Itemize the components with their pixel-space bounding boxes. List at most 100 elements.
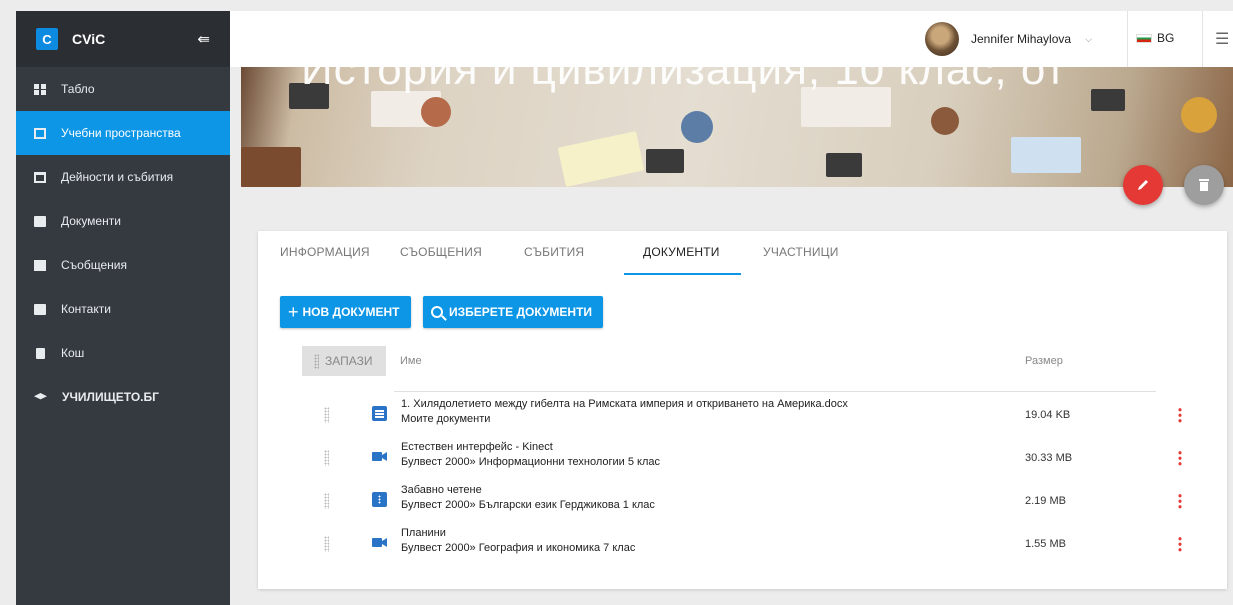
video-icon: [372, 535, 387, 550]
drag-handle-icon[interactable]: [324, 493, 329, 509]
sidebar-item-contacts[interactable]: Контакти: [16, 287, 230, 331]
active-tab-indicator: [624, 273, 741, 275]
document-title[interactable]: Естествен интерфейс - Kinect: [401, 441, 553, 453]
delete-button[interactable]: [1184, 165, 1224, 205]
sidebar-item-label: Съобщения: [61, 258, 127, 272]
sidebar-item-documents[interactable]: Документи: [16, 199, 230, 243]
sidebar-item-uchilishteto[interactable]: УЧИЛИЩЕТО.БГ: [16, 375, 230, 419]
arrow-collapse-icon[interactable]: ⇚: [197, 30, 210, 48]
document-title[interactable]: Планини: [401, 527, 446, 539]
drag-handle-icon: [314, 353, 319, 369]
more-options-icon[interactable]: [1178, 407, 1182, 423]
user-menu[interactable]: Jennifer Mihaylova ⌵: [925, 22, 1092, 56]
plus-icon: +: [288, 301, 299, 322]
save-label: ЗАПАЗИ: [325, 354, 373, 368]
calendar-icon: [34, 171, 46, 183]
tab-information[interactable]: ИНФОРМАЦИЯ: [280, 245, 370, 259]
search-icon: [431, 306, 443, 318]
documents-card: ИНФОРМАЦИЯ СЪОБЩЕНИЯ СЪБИТИЯ ДОКУМЕНТИ У…: [258, 231, 1227, 589]
mail-icon: [34, 259, 46, 271]
sidebar-item-learning-spaces[interactable]: Учебни пространства: [16, 111, 230, 155]
drag-handle-icon[interactable]: [324, 407, 329, 423]
tab-documents[interactable]: ДОКУМЕНТИ: [643, 245, 720, 259]
sidebar-item-label: Учебни пространства: [61, 126, 181, 140]
sidebar-item-label: Документи: [61, 214, 121, 228]
book-icon: [372, 492, 387, 507]
school-icon: [34, 127, 46, 139]
sidebar-item-label: Табло: [61, 82, 95, 96]
choose-documents-label: ИЗБЕРЕТЕ ДОКУМЕНТИ: [449, 305, 593, 319]
new-document-button[interactable]: + НОВ ДОКУМЕНТ: [280, 296, 411, 328]
table-row[interactable]: Естествен интерфейс - Kinect Булвест 200…: [258, 437, 1227, 479]
table-row[interactable]: Забавно четене Булвест 2000» Български е…: [258, 480, 1227, 522]
document-icon: [372, 406, 387, 421]
list-menu-icon[interactable]: ☰: [1215, 29, 1229, 49]
choose-documents-button[interactable]: ИЗБЕРЕТЕ ДОКУМЕНТИ: [423, 296, 603, 328]
banner-decoration: [1011, 137, 1081, 173]
divider: [1202, 11, 1203, 67]
banner-decoration: [1091, 89, 1125, 111]
divider: [1127, 11, 1128, 67]
document-size: 1.55 MB: [1025, 538, 1066, 550]
save-order-button[interactable]: ЗАПАЗИ: [302, 346, 386, 376]
document-location: Булвест 2000» Информационни технологии 5…: [401, 456, 660, 468]
banner-decoration: [646, 149, 684, 173]
more-options-icon[interactable]: [1178, 493, 1182, 509]
column-header-size[interactable]: Размер: [1025, 355, 1063, 367]
dashboard-icon: [34, 83, 46, 95]
banner-title: История и цивилизация, 10 клас, от: [301, 67, 1067, 94]
document-size: 2.19 MB: [1025, 495, 1066, 507]
document-title[interactable]: 1. Хилядолетието между гибелта на Римска…: [401, 398, 848, 410]
more-options-icon[interactable]: [1178, 536, 1182, 552]
course-banner: История и цивилизация, 10 клас, от: [241, 67, 1233, 187]
more-options-icon[interactable]: [1178, 450, 1182, 466]
document-location: Булвест 2000» География и икономика 7 кл…: [401, 542, 636, 554]
tab-participants[interactable]: УЧАСТНИЦИ: [763, 245, 839, 259]
sidebar-item-messages[interactable]: Съобщения: [16, 243, 230, 287]
edit-button[interactable]: [1123, 165, 1163, 205]
app: C CViC ⇚ Табло Учебни пространства Дейно…: [0, 0, 1233, 605]
sidebar-item-label: Контакти: [61, 302, 111, 316]
trash-icon: [1199, 179, 1209, 191]
document-location: Моите документи: [401, 413, 491, 425]
folder-icon: [34, 215, 46, 227]
document-location: Булвест 2000» Български език Герджикова …: [401, 499, 655, 511]
video-icon: [372, 449, 387, 464]
language-code: BG: [1157, 31, 1175, 45]
sidebar: C CViC ⇚ Табло Учебни пространства Дейно…: [16, 11, 230, 605]
user-name[interactable]: Jennifer Mihaylova: [971, 32, 1071, 46]
bulgaria-flag-icon: [1136, 33, 1152, 43]
avatar[interactable]: [925, 22, 959, 56]
topbar: Jennifer Mihaylova ⌵ BG ☰: [230, 11, 1233, 67]
table-row[interactable]: Планини Булвест 2000» География и иконом…: [258, 523, 1227, 565]
new-document-label: НОВ ДОКУМЕНТ: [302, 305, 400, 319]
pencil-icon: [1138, 180, 1148, 190]
app-logo[interactable]: C: [36, 28, 58, 50]
contacts-icon: [34, 303, 46, 315]
document-title[interactable]: Забавно четене: [401, 484, 482, 496]
banner-decoration: [557, 131, 645, 187]
chevron-down-icon[interactable]: ⌵: [1085, 34, 1092, 45]
sidebar-item-trash[interactable]: Кош: [16, 331, 230, 375]
banner-decoration: [826, 153, 862, 177]
table-row[interactable]: 1. Хилядолетието между гибелта на Римска…: [258, 394, 1227, 436]
banner-decoration: [931, 107, 959, 135]
document-size: 30.33 MB: [1025, 452, 1073, 464]
graduation-cap-icon: [34, 393, 47, 400]
tab-events[interactable]: СЪБИТИЯ: [524, 245, 584, 259]
sidebar-item-label: УЧИЛИЩЕТО.БГ: [62, 390, 159, 404]
sidebar-item-dashboard[interactable]: Табло: [16, 67, 230, 111]
document-size: 19.04 KB: [1025, 409, 1071, 421]
sidebar-item-activities[interactable]: Дейности и събития: [16, 155, 230, 199]
header-divider: [394, 391, 1156, 392]
drag-handle-icon[interactable]: [324, 536, 329, 552]
sidebar-header: C CViC ⇚: [16, 11, 230, 67]
banner-decoration: [241, 147, 301, 187]
column-header-name[interactable]: Име: [400, 355, 422, 367]
trash-icon: [36, 347, 45, 359]
drag-handle-icon[interactable]: [324, 450, 329, 466]
sidebar-item-label: Дейности и събития: [61, 170, 174, 184]
language-switcher[interactable]: BG: [1136, 31, 1174, 45]
app-title: CViC: [72, 31, 106, 47]
tab-messages[interactable]: СЪОБЩЕНИЯ: [400, 245, 482, 259]
